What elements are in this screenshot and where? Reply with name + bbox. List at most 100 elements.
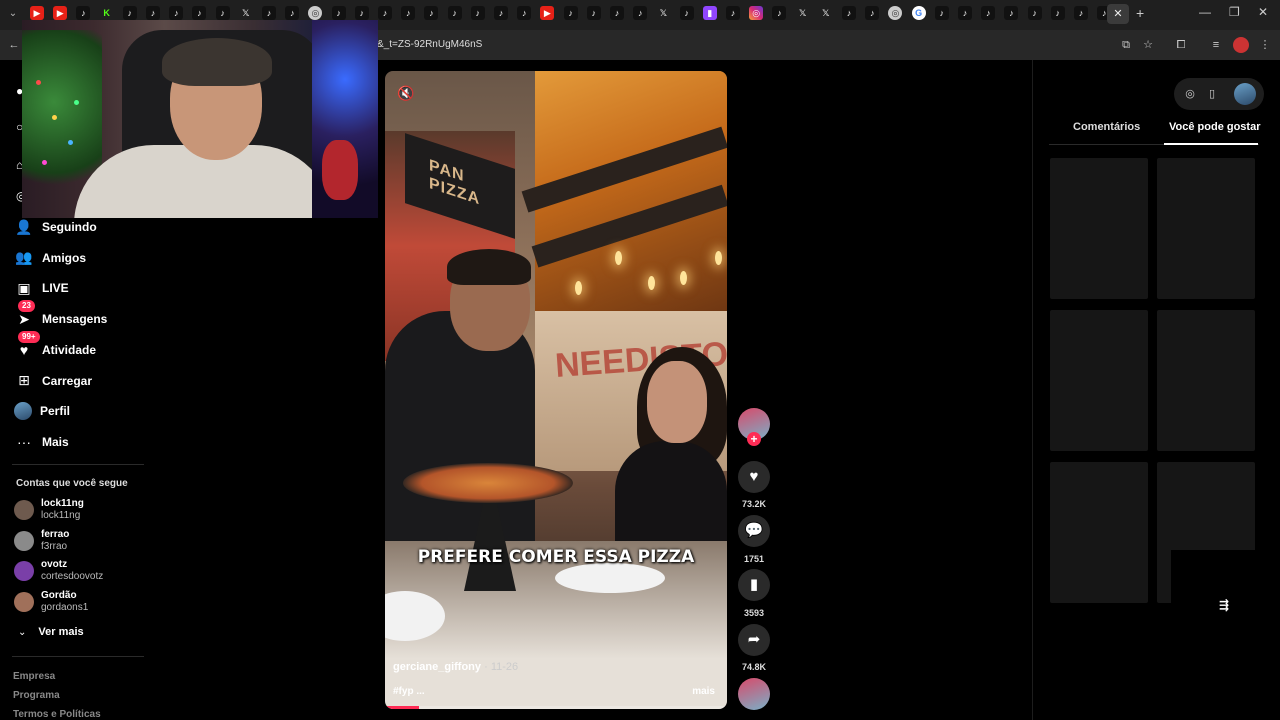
sidebar-item-messages[interactable]: ➤ 23 Mensagens <box>14 300 107 331</box>
user-avatar[interactable] <box>1234 83 1256 105</box>
tab-you-may-like[interactable]: Você pode gostar <box>1169 121 1260 133</box>
tab-comments[interactable]: Comentários <box>1073 121 1140 133</box>
save-button[interactable]: ▮ <box>738 569 770 601</box>
browser-tab-tiktok[interactable]: ♪ <box>447 6 462 20</box>
sidebar-item-live[interactable]: ▣ LIVE <box>14 276 68 300</box>
followed-account[interactable]: lock11ng lock11ng <box>14 497 84 523</box>
see-more-button[interactable]: ⌄ Ver mais <box>18 626 84 638</box>
footer-link-company[interactable]: Empresa <box>13 671 55 682</box>
browser-tab-tiktok[interactable]: ♪ <box>1004 6 1019 20</box>
author-name[interactable]: gerciane_giffony <box>393 661 481 673</box>
footer-link-program[interactable]: Programa <box>13 690 60 701</box>
browser-tab-chrome[interactable]: ◎ <box>888 6 903 20</box>
browser-tab-tiktok[interactable]: ♪ <box>331 6 346 20</box>
browser-tab-tiktok[interactable]: ♪ <box>934 6 949 20</box>
show-more-button[interactable]: mais <box>692 686 715 697</box>
browser-tab-tiktok[interactable]: ♪ <box>76 6 91 20</box>
browser-tab-tiktok[interactable]: ♪ <box>842 6 856 20</box>
follow-plus-icon[interactable]: + <box>747 432 761 446</box>
video-author[interactable]: gerciane_giffony · 11-26 <box>393 661 518 673</box>
browser-profile-avatar[interactable] <box>1233 37 1249 53</box>
browser-tab-tiktok[interactable]: ♪ <box>563 6 578 20</box>
browser-tab-tiktok[interactable]: ♪ <box>378 6 392 20</box>
browser-tab-tiktok[interactable]: ♪ <box>192 6 207 20</box>
browser-tab-tiktok[interactable]: ♪ <box>633 6 648 20</box>
back-icon[interactable]: ← <box>6 37 22 53</box>
browser-menu-icon[interactable]: ⋮ <box>1257 37 1273 53</box>
browser-tab-youtube[interactable]: ▶ <box>30 6 44 20</box>
url-field[interactable]: &_t=ZS-92RnUgM46nS <box>377 39 482 50</box>
followed-account[interactable]: ferrao f3rrao <box>14 528 69 554</box>
compass-icon[interactable]: ◎ <box>1182 86 1198 102</box>
browser-tab-tiktok[interactable]: ♪ <box>470 6 485 20</box>
bookmark-star-icon[interactable]: ☆ <box>1140 37 1156 53</box>
share-button[interactable]: ➦ <box>738 624 770 656</box>
new-tab-button[interactable]: + <box>1136 5 1144 21</box>
browser-tab-tiktok[interactable]: ♪ <box>354 6 369 20</box>
browser-tab-tiktok[interactable]: ♪ <box>865 6 880 20</box>
browser-tab-x[interactable]: 𝕏 <box>796 6 810 20</box>
video-player[interactable]: PAN PIZZA NEEDISTO 🔇 PREFERE COMER ESSA … <box>385 71 727 709</box>
browser-tab-tiktok[interactable]: ♪ <box>958 6 972 20</box>
browser-tab-google[interactable]: G <box>911 6 926 20</box>
browser-tab-tiktok[interactable]: ♪ <box>122 6 137 20</box>
followed-account[interactable]: Gordão gordaons1 <box>14 589 88 615</box>
browser-tab-tiktok[interactable]: ♪ <box>424 6 439 20</box>
media-control-icon[interactable]: ≡ <box>1208 37 1224 53</box>
footer-link-terms[interactable]: Termos e Políticas <box>13 709 101 720</box>
phone-icon[interactable]: ▯ <box>1204 86 1220 102</box>
browser-tab-youtube[interactable]: ▶ <box>53 6 68 20</box>
browser-tab-tiktok[interactable]: ♪ <box>586 6 601 20</box>
browser-tab-insta[interactable]: ◎ <box>749 6 764 20</box>
browser-tab-tiktok[interactable]: ♪ <box>679 6 694 20</box>
video-hashtag[interactable]: #fyp ... <box>393 686 425 697</box>
recommended-video-thumbnail[interactable] <box>1050 462 1148 603</box>
browser-tab-tiktok[interactable]: ♪ <box>981 6 996 20</box>
browser-tab-tiktok[interactable]: ♪ <box>772 6 787 20</box>
browser-tab-youtube[interactable]: ▶ <box>540 6 555 20</box>
music-disc-avatar[interactable] <box>738 678 770 710</box>
browser-tab-tiktok[interactable]: ♪ <box>146 6 160 20</box>
sidebar-item-profile[interactable]: Perfil <box>14 399 70 423</box>
mute-icon[interactable]: 🔇 <box>397 85 414 102</box>
recommended-video-thumbnail[interactable] <box>1157 310 1255 451</box>
comment-button[interactable]: 💬 <box>738 515 770 547</box>
install-app-icon[interactable]: ⧉ <box>1118 37 1134 53</box>
recommended-video-thumbnail[interactable] <box>1050 310 1148 451</box>
tab-search-button[interactable]: ⌄ <box>4 5 22 23</box>
browser-tab-tiktok[interactable]: ♪ <box>215 6 230 20</box>
extensions-icon[interactable]: ⧠ <box>1173 37 1189 53</box>
maximize-button[interactable]: ❐ <box>1229 5 1240 19</box>
browser-tab-tiktok[interactable]: ♪ <box>1027 6 1042 20</box>
browser-tab-kick[interactable]: K <box>100 6 114 20</box>
browser-tab-tiktok[interactable]: ♪ <box>1074 6 1088 20</box>
like-button[interactable]: ♥ <box>738 461 770 493</box>
browser-tab-tiktok[interactable]: ♪ <box>1050 6 1065 20</box>
sidebar-item-following[interactable]: 👤 Seguindo <box>14 215 96 239</box>
sidebar-item-friends[interactable]: 👥 Amigos <box>14 246 86 270</box>
active-tab-close-button[interactable]: ✕ <box>1107 4 1129 24</box>
floating-player-icon[interactable]: ⇶ <box>1219 598 1229 612</box>
browser-tab-x[interactable]: 𝕏 <box>239 6 253 20</box>
sidebar-item-upload[interactable]: ⊞ Carregar <box>14 369 92 393</box>
browser-tab-tiktok[interactable]: ♪ <box>169 6 184 20</box>
browser-tab-tiktok[interactable]: ♪ <box>726 6 740 20</box>
close-window-button[interactable]: ✕ <box>1258 5 1268 19</box>
browser-tab-chrome[interactable]: ◎ <box>308 6 323 20</box>
browser-tab-tiktok[interactable]: ♪ <box>262 6 276 20</box>
browser-tab-tiktok[interactable]: ♪ <box>494 6 508 20</box>
sidebar-item-more[interactable]: ··· Mais <box>14 430 69 454</box>
browser-tab-tiktok[interactable]: ♪ <box>285 6 300 20</box>
video-progress-bar[interactable] <box>385 706 727 709</box>
recommended-video-thumbnail[interactable] <box>1157 158 1255 299</box>
browser-tab-x[interactable]: 𝕏 <box>819 6 833 20</box>
browser-tab-tiktok[interactable]: ♪ <box>401 6 416 20</box>
recommended-video-thumbnail[interactable] <box>1050 158 1148 299</box>
followed-account[interactable]: ovotz cortesdoovotz <box>14 558 103 584</box>
browser-tab-twitch[interactable]: ▮ <box>702 6 717 20</box>
browser-tab-tiktok[interactable]: ♪ <box>610 6 624 20</box>
minimize-button[interactable]: — <box>1199 5 1211 19</box>
browser-tab-x[interactable]: 𝕏 <box>656 6 670 20</box>
sidebar-item-activity[interactable]: ♥ 99+ Atividade <box>14 330 96 362</box>
browser-tab-tiktok[interactable]: ♪ <box>517 6 532 20</box>
